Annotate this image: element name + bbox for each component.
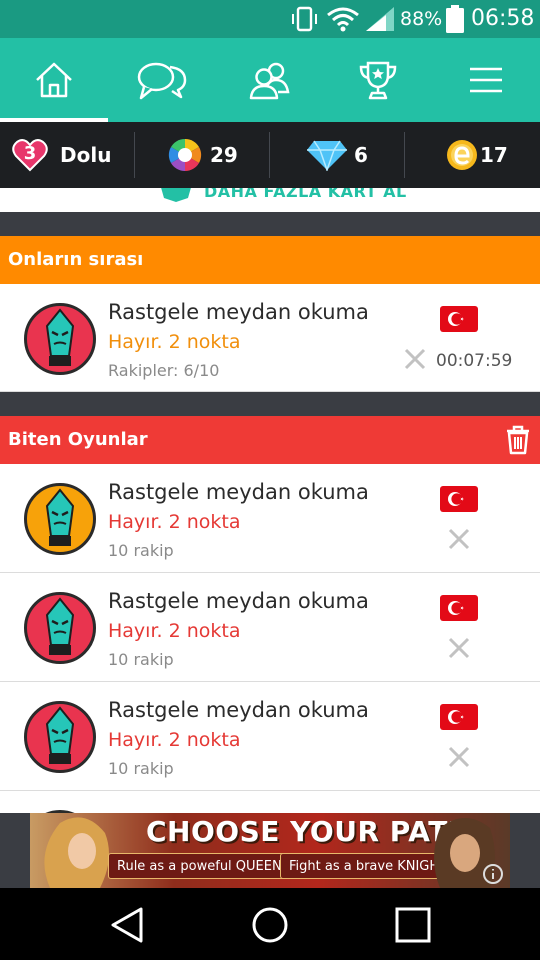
- close-icon[interactable]: [448, 746, 470, 768]
- energy-counter[interactable]: 17: [446, 122, 508, 188]
- color-wheel-icon: [168, 138, 202, 172]
- turkey-flag-icon: [440, 306, 478, 332]
- divider: [404, 132, 405, 178]
- energy-count: 17: [480, 143, 508, 167]
- section-title: Onların sırası: [8, 249, 144, 270]
- crystal-character-icon: [45, 597, 75, 655]
- section-title: Biten Oyunlar: [8, 429, 148, 450]
- game-points: Hayır. 2 nokta: [108, 620, 241, 642]
- lives-count: 3: [23, 143, 37, 164]
- signal-icon: [366, 7, 394, 31]
- opponent-avatar: [24, 483, 96, 555]
- main-tab-bar: [0, 38, 540, 122]
- close-icon[interactable]: [448, 528, 470, 550]
- clock: 06:58: [471, 6, 535, 31]
- diamonds-count: 6: [354, 143, 368, 167]
- game-row[interactable]: Rastgele meydan okuma Hayır. 2 nokta 10 …: [0, 682, 540, 791]
- game-points: Hayır. 2 nokta: [108, 511, 241, 533]
- vibrate-icon: [292, 6, 317, 32]
- crystal-character-icon: [45, 308, 75, 366]
- opponent-avatar: [24, 303, 96, 375]
- opponent-avatar: [24, 701, 96, 773]
- crystal-character-icon: [45, 488, 75, 546]
- divider: [134, 132, 135, 178]
- resource-bar: 3 Dolu 29 6 17: [0, 122, 540, 188]
- game-points: Hayır. 2 nokta: [108, 331, 241, 353]
- game-opponents: 10 rakip: [108, 541, 174, 560]
- lives-counter[interactable]: 3 Dolu: [12, 122, 111, 188]
- crystal-character-icon: [45, 706, 75, 764]
- battery-percent: 88%: [400, 8, 443, 30]
- wifi-icon: [327, 7, 359, 32]
- colors-counter[interactable]: 29: [168, 122, 238, 188]
- lives-status: Dolu: [60, 143, 112, 167]
- ad-banner[interactable]: CHOOSE YOUR PATH Rule as a poweful QUEEN…: [30, 813, 510, 888]
- turkey-flag-icon: [440, 595, 478, 621]
- tab-chat[interactable]: [108, 38, 216, 122]
- turkey-flag-icon: [440, 704, 478, 730]
- game-title: Rastgele meydan okuma: [108, 480, 369, 504]
- tab-friends[interactable]: [216, 38, 324, 122]
- game-title: Rastgele meydan okuma: [108, 589, 369, 613]
- game-row-partial[interactable]: [0, 791, 540, 813]
- back-icon[interactable]: [108, 906, 146, 944]
- game-row[interactable]: Rastgele meydan okuma Hayır. 2 nokta 10 …: [0, 573, 540, 682]
- energy-coin-icon: [447, 140, 477, 170]
- trophy-icon: [359, 61, 397, 100]
- battery-icon: [446, 5, 464, 33]
- game-row[interactable]: Rastgele meydan okuma Hayır. 2 nokta Rak…: [0, 284, 540, 392]
- turkey-flag-icon: [440, 486, 478, 512]
- game-title: Rastgele meydan okuma: [108, 300, 369, 324]
- close-icon[interactable]: [404, 348, 426, 370]
- ad-info-icon[interactable]: [482, 863, 504, 885]
- diamond-icon: [307, 140, 347, 171]
- tab-leaderboard[interactable]: [324, 38, 432, 122]
- friends-icon: [249, 62, 290, 100]
- diamonds-counter[interactable]: 6: [306, 122, 368, 188]
- opponent-avatar: [24, 592, 96, 664]
- recent-apps-icon[interactable]: [394, 906, 432, 944]
- trash-icon[interactable]: [505, 425, 531, 455]
- game-points: Hayır. 2 nokta: [108, 729, 241, 751]
- turn-timer: 00:07:59: [436, 351, 513, 371]
- chat-icon: [137, 62, 187, 100]
- more-cards-label: DAHA FAZLA KART AL: [204, 188, 407, 201]
- ad-queen-button[interactable]: Rule as a poweful QUEEN: [108, 853, 291, 879]
- menu-icon: [470, 67, 502, 93]
- cards-icon: [161, 188, 191, 202]
- game-opponents: Rakipler: 6/10: [108, 361, 220, 380]
- tab-menu[interactable]: [432, 38, 540, 122]
- game-title: Rastgele meydan okuma: [108, 698, 369, 722]
- more-cards-banner[interactable]: DAHA FAZLA KART AL: [0, 188, 540, 212]
- divider: [269, 132, 270, 178]
- status-bar: 88% 06:58: [0, 0, 540, 38]
- section-header-finished: Biten Oyunlar: [0, 416, 540, 464]
- home-icon: [36, 62, 72, 98]
- home-circle-icon[interactable]: [250, 905, 290, 945]
- close-icon[interactable]: [448, 637, 470, 659]
- tab-home[interactable]: [0, 38, 108, 122]
- game-row[interactable]: Rastgele meydan okuma Hayır. 2 nokta 10 …: [0, 464, 540, 573]
- game-opponents: 10 rakip: [108, 650, 174, 669]
- system-nav-bar: [0, 888, 540, 960]
- colors-count: 29: [210, 143, 238, 167]
- section-header-their-turn: Onların sırası: [0, 236, 540, 284]
- game-opponents: 10 rakip: [108, 759, 174, 778]
